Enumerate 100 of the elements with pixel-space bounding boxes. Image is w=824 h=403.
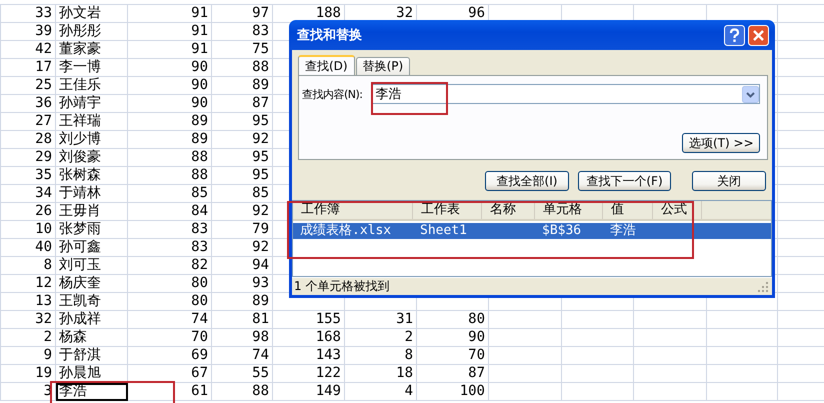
table-cell: 81 <box>212 310 272 328</box>
table-cell: 80 <box>128 292 212 310</box>
table-cell: 100 <box>416 382 488 400</box>
table-cell: 82 <box>128 256 212 274</box>
table-cell: 75 <box>212 40 272 58</box>
table-cell: 95 <box>212 166 272 184</box>
table-cell: 王祥瑞 <box>56 112 128 130</box>
table-cell: 70 <box>416 346 488 364</box>
table-cell: 10 <box>0 220 56 238</box>
table-cell: 74 <box>128 310 212 328</box>
table-cell: 88 <box>212 382 272 400</box>
table-cell: 25 <box>0 76 56 94</box>
table-cell: 孙成祥 <box>56 310 128 328</box>
table-cell: 79 <box>212 220 272 238</box>
table-cell: 王毋肖 <box>56 202 128 220</box>
tab[interactable]: 查找(D) <box>298 55 355 75</box>
table-cell: 85 <box>212 184 272 202</box>
table-cell: 28 <box>0 130 56 148</box>
column-header[interactable]: 公式 <box>653 201 702 219</box>
table-cell: 94 <box>212 256 272 274</box>
dialog-button[interactable]: 关闭 <box>692 171 766 191</box>
table-cell: 89 <box>128 130 212 148</box>
column-header[interactable]: 工作簿 <box>293 201 413 219</box>
table-cell: 98 <box>212 328 272 346</box>
table-cell: 刘可玉 <box>56 256 128 274</box>
table-cell: 40 <box>0 238 56 256</box>
table-cell: 刘少博 <box>56 130 128 148</box>
table-cell: 91 <box>128 22 212 40</box>
status-text: 1 个单元格被找到 <box>294 278 390 295</box>
table-cell: 90 <box>416 328 488 346</box>
table-cell: 35 <box>0 166 56 184</box>
table-cell: 于靖林 <box>56 184 128 202</box>
table-cell: 18 <box>344 364 416 382</box>
table-cell: 122 <box>272 364 344 382</box>
table-cell: 36 <box>0 94 56 112</box>
table-cell: 93 <box>212 274 272 292</box>
table-cell: 87 <box>416 364 488 382</box>
table-cell: 33 <box>0 4 56 22</box>
table-cell: 74 <box>212 346 272 364</box>
table-cell: 刘俊豪 <box>56 148 128 166</box>
table-cell: 69 <box>128 346 212 364</box>
table-cell: 杨森 <box>56 328 128 346</box>
table-cell: 95 <box>212 112 272 130</box>
table-cell: 孙彤彤 <box>56 22 128 40</box>
table-cell: 8 <box>344 346 416 364</box>
table-cell: 2 <box>0 328 56 346</box>
result-cell-text: $B$36 <box>541 223 582 239</box>
table-cell: 155 <box>272 310 344 328</box>
table-cell: 8 <box>0 256 56 274</box>
result-row[interactable]: 成绩表格.xlsx Sheet1 $B$36 李浩 <box>293 223 771 239</box>
column-header[interactable]: 名称 <box>482 201 535 219</box>
table-cell: 91 <box>128 40 212 58</box>
table-cell: 70 <box>128 328 212 346</box>
column-header[interactable]: 工作表 <box>413 201 482 219</box>
table-cell: 孙可鑫 <box>56 238 128 256</box>
table-cell: 89 <box>212 76 272 94</box>
table-cell: 168 <box>272 328 344 346</box>
table-cell: 61 <box>128 382 212 400</box>
table-cell: 李一博 <box>56 58 128 76</box>
dialog-button[interactable]: 查找下一个(F) <box>578 171 671 191</box>
result-cell-text: Sheet1 <box>419 223 468 239</box>
column-header[interactable]: 值 <box>603 201 653 219</box>
result-cell-text: 成绩表格.xlsx <box>299 223 392 239</box>
search-field[interactable]: 李浩 <box>370 84 760 104</box>
table-cell: 92 <box>212 202 272 220</box>
table-cell: 89 <box>212 292 272 310</box>
column-header[interactable]: 单元格 <box>535 201 603 219</box>
table-cell: 92 <box>212 130 272 148</box>
table-cell: 87 <box>212 94 272 112</box>
table-cell: 杨庆奎 <box>56 274 128 292</box>
tab[interactable]: 替换(P) <box>356 57 410 75</box>
close-icon[interactable] <box>748 24 769 46</box>
table-cell: 88 <box>128 166 212 184</box>
table-cell: 55 <box>212 364 272 382</box>
table-cell: 张梦雨 <box>56 220 128 238</box>
table-cell: 13 <box>0 292 56 310</box>
table-cell: 9 <box>0 346 56 364</box>
resize-grip-icon[interactable] <box>757 280 769 292</box>
table-cell: 29 <box>0 148 56 166</box>
table-cell: 31 <box>344 310 416 328</box>
table-cell: 32 <box>0 310 56 328</box>
table-cell: 19 <box>0 364 56 382</box>
table-cell: 149 <box>272 382 344 400</box>
table-cell: 12 <box>0 274 56 292</box>
table-cell: 92 <box>212 238 272 256</box>
table-cell: 39 <box>0 22 56 40</box>
field-label: 查找内容(N): <box>302 86 363 102</box>
table-cell: 83 <box>128 220 212 238</box>
table-cell: 89 <box>128 112 212 130</box>
table-cell: 于舒淇 <box>56 346 128 364</box>
table-cell: 84 <box>128 202 212 220</box>
table-cell: 91 <box>128 4 212 22</box>
window-title: 查找和替换 <box>297 27 362 44</box>
options-button[interactable]: 选项(T) >> <box>682 133 760 153</box>
table-cell: 王凯奇 <box>56 292 128 310</box>
table-cell: 42 <box>0 40 56 58</box>
table-cell: 80 <box>416 310 488 328</box>
help-icon[interactable] <box>724 24 745 46</box>
table-cell: 83 <box>212 22 272 40</box>
dialog-button[interactable]: 查找全部(I) <box>485 171 569 191</box>
